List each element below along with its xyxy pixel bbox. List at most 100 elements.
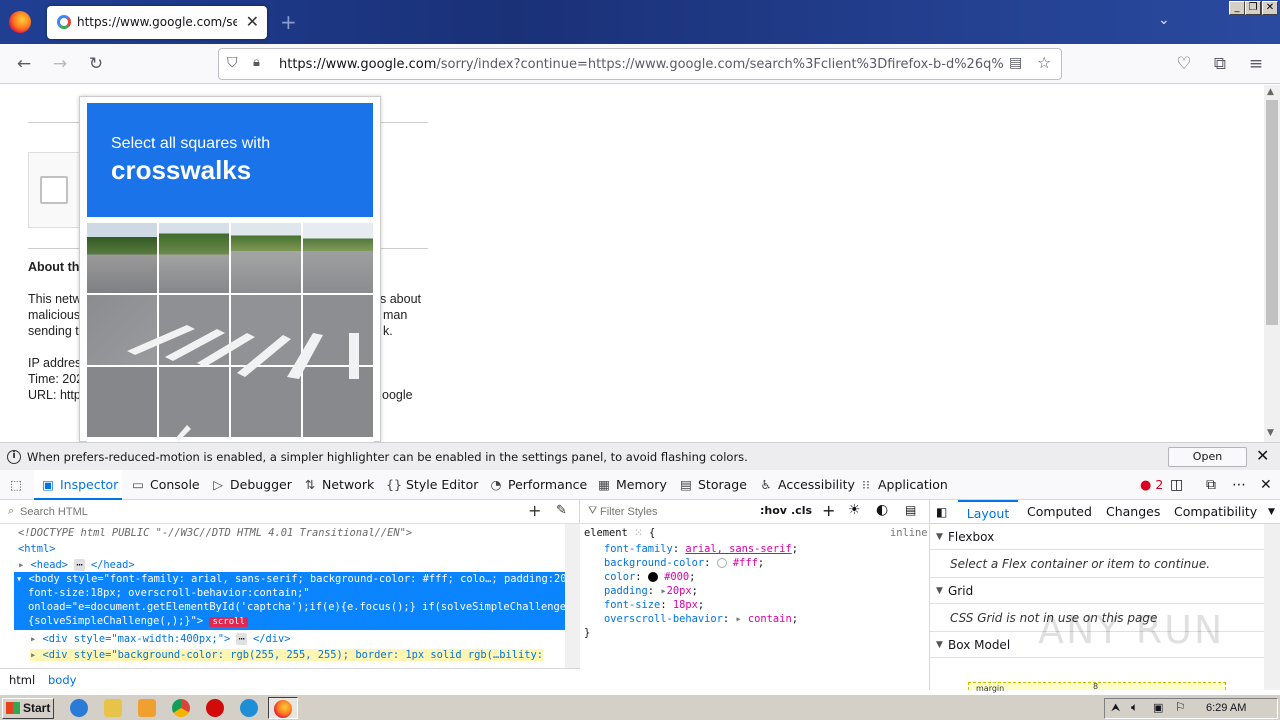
class-toggle[interactable]: .cls	[791, 504, 812, 517]
scroll-up-icon[interactable]: ▲	[1267, 87, 1274, 97]
style-editor-icon: {}	[386, 477, 402, 492]
dark-scheme-icon[interactable]: ◐	[876, 502, 888, 518]
toggle-sidebar-icon[interactable]: ◧	[936, 500, 947, 524]
rule-selector[interactable]: element ⁙ {	[584, 527, 655, 539]
explorer-icon[interactable]	[104, 699, 122, 717]
scroll-badge[interactable]: scroll	[209, 617, 248, 627]
tab-accessibility[interactable]: ♿︎ Accessibility	[758, 470, 855, 500]
scroll-down-icon[interactable]: ▼	[1267, 428, 1274, 438]
color-swatch-icon[interactable]	[647, 572, 658, 582]
tab-network[interactable]: ⇅ Network	[302, 470, 374, 500]
tab-close-icon[interactable]: ✕	[246, 12, 259, 31]
breadcrumb-html[interactable]: html	[9, 673, 35, 687]
open-settings-button[interactable]: Open Settings	[1168, 447, 1247, 481]
declaration[interactable]: background-color: #fff;	[604, 557, 764, 569]
opera-icon[interactable]	[206, 699, 224, 717]
tab-inspector[interactable]: ▣ Inspector	[34, 470, 122, 500]
light-scheme-icon[interactable]: ☀	[848, 502, 861, 518]
doctype-line[interactable]: <!DOCTYPE html PUBLIC "-//W3C//DTD HTML …	[18, 527, 412, 539]
lock-icon[interactable]: 🔒︎	[253, 55, 260, 70]
element-picker-icon[interactable]: ⬚	[8, 470, 28, 500]
selected-body-node[interactable]: ▾ <body style="font-family: arial, sans-…	[14, 572, 585, 630]
head-node[interactable]: ▸ <head> ⋯ </head>	[18, 559, 135, 571]
clock[interactable]: 6:29 AM	[1206, 702, 1246, 714]
grid-section-header[interactable]: ▼ Grid	[930, 578, 1264, 604]
tab-debugger[interactable]: ▷ Debugger	[210, 470, 292, 500]
minimize-window-button[interactable]: _	[1229, 1, 1245, 15]
tab-layout[interactable]: Layout	[958, 500, 1018, 524]
shield-icon[interactable]: ⛉	[227, 55, 238, 71]
split-console-icon[interactable]: ◫	[1170, 470, 1183, 500]
tab-application[interactable]: ⁝⁝ Application	[858, 470, 948, 500]
back-icon[interactable]: ←	[14, 54, 34, 74]
more-options-icon[interactable]: ⋯	[1232, 470, 1246, 500]
print-media-icon[interactable]: ▤	[905, 503, 916, 517]
firefox-task-button[interactable]	[268, 697, 298, 719]
edge-icon[interactable]	[240, 699, 258, 717]
html-node[interactable]: <html>	[18, 543, 56, 555]
paragraph-line-tail: s about	[380, 292, 422, 306]
media-player-icon[interactable]	[138, 699, 156, 717]
tab-computed[interactable]: Computed	[1027, 500, 1092, 524]
eyedropper-icon[interactable]: ✎	[556, 503, 567, 518]
box-model-margin-label: margin	[976, 684, 1005, 693]
sidebar-scrollbar[interactable]	[1264, 524, 1280, 690]
close-devtools-icon[interactable]: ✕	[1260, 470, 1272, 500]
menu-icon[interactable]: ≡	[1246, 54, 1266, 74]
forward-icon[interactable]: →	[50, 54, 70, 74]
div-node[interactable]: ▸ <div style="max-width:400px;"> ⋯ </div…	[30, 633, 291, 645]
search-html-input[interactable]	[20, 503, 500, 521]
network-tray-icon[interactable]: ▣	[1153, 701, 1163, 714]
dock-side-icon[interactable]: ⧉	[1206, 470, 1216, 500]
pocket-icon[interactable]: ♡	[1174, 54, 1194, 74]
tab-style-editor[interactable]: {} Style Editor	[386, 470, 478, 500]
tab-changes[interactable]: Changes	[1106, 500, 1160, 524]
reload-icon[interactable]: ↻	[86, 54, 106, 74]
bookmark-star-icon[interactable]: ☆	[1037, 53, 1051, 72]
add-rule-icon[interactable]: +	[822, 501, 835, 520]
error-count-badge[interactable]: ● 2	[1140, 470, 1163, 500]
filter-styles-input[interactable]	[600, 503, 750, 521]
markup-scrollbar[interactable]	[565, 524, 580, 668]
layout-sidebar: ◧ Layout Computed Changes Compatibility …	[930, 500, 1280, 693]
tab-memory[interactable]: ▦ Memory	[596, 470, 667, 500]
sidebar-more-icon[interactable]: ▼	[1268, 500, 1275, 524]
volume-icon[interactable]: 🔈︎	[1131, 700, 1138, 715]
list-all-tabs-icon[interactable]: ⌄	[1158, 12, 1170, 28]
page-scrollbar-thumb[interactable]	[1266, 100, 1278, 325]
breadcrumb-body[interactable]: body	[48, 673, 76, 687]
declaration[interactable]: padding: ▸20px;	[604, 585, 698, 597]
tab-performance[interactable]: ◔ Performance	[488, 470, 588, 500]
url-bar[interactable]: ⛉ 🔒︎ https://www.google.com/sorry/index?…	[218, 48, 1062, 80]
close-window-button[interactable]: ✕	[1262, 1, 1278, 15]
declaration[interactable]: font-family: arial, sans-serif;	[604, 543, 798, 555]
tab-console[interactable]: ▭ Console	[130, 470, 200, 500]
url-host: https://www.google.com	[279, 57, 437, 72]
ie-icon[interactable]	[70, 699, 88, 717]
add-node-icon[interactable]: +	[528, 501, 541, 520]
restore-window-button[interactable]: ❐	[1245, 1, 1261, 15]
flexbox-section-header[interactable]: ▼ Flexbox	[930, 524, 1264, 550]
tab-storage[interactable]: ▤ Storage	[678, 470, 747, 500]
hover-state-toggle[interactable]: :hov	[760, 504, 787, 517]
chrome-icon[interactable]	[172, 699, 190, 717]
close-icon[interactable]: ✕	[1256, 446, 1269, 465]
declaration[interactable]: color: #000;	[604, 571, 695, 583]
action-center-flag-icon[interactable]: ⚐	[1175, 700, 1186, 714]
browser-tab[interactable]: https://www.google.com/search?c ✕	[47, 6, 267, 39]
start-button[interactable]: Start	[2, 698, 54, 719]
extensions-icon[interactable]: ⧉	[1210, 54, 1230, 74]
color-swatch-icon[interactable]	[716, 558, 727, 568]
new-tab-icon[interactable]: +	[280, 10, 297, 34]
tab-compatibility[interactable]: Compatibility	[1174, 500, 1257, 524]
anyrun-watermark: ANY RUN	[1038, 608, 1225, 652]
firefox-logo-icon[interactable]	[9, 11, 31, 33]
declaration[interactable]: overscroll-behavior: ▸ contain;	[604, 613, 798, 625]
inspector-icon: ▣	[42, 477, 54, 492]
div-node-highlighted[interactable]: ▸ <div style="background-color: rgb(255,…	[30, 649, 543, 661]
recaptcha-checkbox[interactable]	[40, 176, 68, 204]
tray-expand-icon[interactable]: ⮝	[1111, 701, 1120, 715]
declaration[interactable]: font-size: 18px;	[604, 599, 704, 611]
reader-view-icon[interactable]: ▤	[1009, 55, 1022, 71]
url-text[interactable]: https://www.google.com/sorry/index?conti…	[279, 57, 1003, 72]
